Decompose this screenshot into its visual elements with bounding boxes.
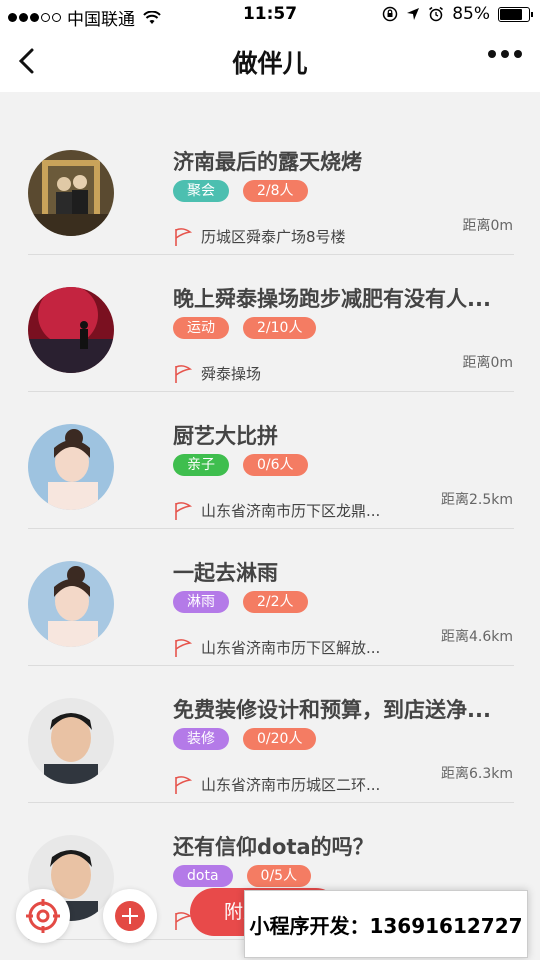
activity-item[interactable]: 晚上舜泰操场跑步减肥有没有人... 运动 2/10人距离0m 舜泰操场 [0,255,540,392]
avatar [28,287,114,373]
add-activity-button[interactable] [103,889,157,943]
rotation-lock-icon [382,6,398,22]
locate-button[interactable] [16,889,70,943]
category-tag: 运动 [173,317,229,339]
address-text: 山东省济南市历下区解放... [201,639,381,657]
flag-icon [175,638,193,657]
address: 山东省济南市历下区解放... [173,637,380,658]
flag-icon [175,364,193,383]
flag-icon [175,227,193,246]
participant-count-tag: 0/20人 [243,728,317,750]
activity-title: 免费装修设计和预算，到店送净... [173,698,491,722]
avatar [28,150,114,236]
plus-icon [115,901,145,931]
alarm-icon [429,6,444,22]
activity-title: 厨艺大比拼 [173,424,278,448]
category-tag: 淋雨 [173,591,229,613]
more-dot-icon [501,50,509,58]
participant-count-tag: 0/5人 [246,865,312,887]
category-tag: dota [173,865,233,887]
battery-percent: 85% [452,4,490,24]
address-text: 山东省济南市历下区龙鼎... [201,502,381,520]
distance-label: 距离0m [462,218,513,234]
distance-label: 距离6.3km [440,766,513,782]
flag-icon [175,501,193,520]
battery-icon [498,6,533,22]
distance-label: 距离2.5km [440,492,513,508]
distance-label: 距离4.6km [440,629,513,645]
activity-title: 一起去淋雨 [173,561,278,585]
category-tag: 装修 [173,728,229,750]
tag-row: 淋雨 2/2人 [173,591,308,613]
avatar [28,698,114,784]
activity-item[interactable]: 免费装修设计和预算，到店送净... 装修 0/20人距离6.3km 山东省济南市历城区… [0,666,540,803]
navigation-bar: 做伴儿 [0,30,540,92]
status-bar: 中国联通 11:57 85% [0,0,540,30]
target-icon [26,899,60,933]
address: 山东省济南市历下区龙鼎... [173,500,380,521]
category-tag: 聚会 [173,180,229,202]
participant-count-tag: 2/2人 [243,591,308,613]
activity-item[interactable]: 济南最后的露天烧烤 聚会 2/8人距离0m 历城区舜泰广场8号楼 [0,118,540,255]
address-text: 历城区舜泰广场8号楼 [201,228,346,246]
tag-row: 聚会 2/8人 [173,180,308,202]
tag-row: 装修 0/20人 [173,728,317,750]
location-arrow-icon [407,8,420,20]
promo-banner: 小程序开发：13691612727 [244,890,528,958]
activity-item[interactable]: 一起去淋雨淋雨 2/2人距离4.6km 山东省济南市历下区解放... [0,529,540,666]
more-dot-icon [514,50,522,58]
tag-row: dota 0/5人 [173,865,312,887]
page-title: 做伴儿 [232,49,308,78]
avatar [28,561,114,647]
address: 历城区舜泰广场8号楼 [173,226,346,247]
category-tag: 亲子 [173,454,229,476]
activity-list: 济南最后的露天烧烤 聚会 2/8人距离0m 历城区舜泰广场8号楼晚上舜泰操场跑步减肥有… [0,118,540,940]
participant-count-tag: 2/10人 [243,317,317,339]
more-options-button[interactable] [488,50,522,58]
participant-count-tag: 0/6人 [243,454,308,476]
tag-row: 运动 2/10人 [173,317,317,339]
avatar [28,424,114,510]
tag-row: 亲子 0/6人 [173,454,308,476]
more-dot-icon [488,50,496,58]
address: 山东省济南市历城区二环... [173,774,380,795]
activity-title: 晚上舜泰操场跑步减肥有没有人... [173,287,491,311]
flag-icon [175,775,193,794]
address-text: 山东省济南市历城区二环... [201,776,381,794]
address-text: 舜泰操场 [201,365,262,383]
activity-title: 还有信仰dota的吗？ [173,835,374,859]
activity-item[interactable]: 厨艺大比拼亲子 0/6人距离2.5km 山东省济南市历下区龙鼎... [0,392,540,529]
participant-count-tag: 2/8人 [243,180,308,202]
distance-label: 距离0m [462,355,513,371]
activity-title: 济南最后的露天烧烤 [173,150,362,174]
address: 舜泰操场 [173,363,261,384]
